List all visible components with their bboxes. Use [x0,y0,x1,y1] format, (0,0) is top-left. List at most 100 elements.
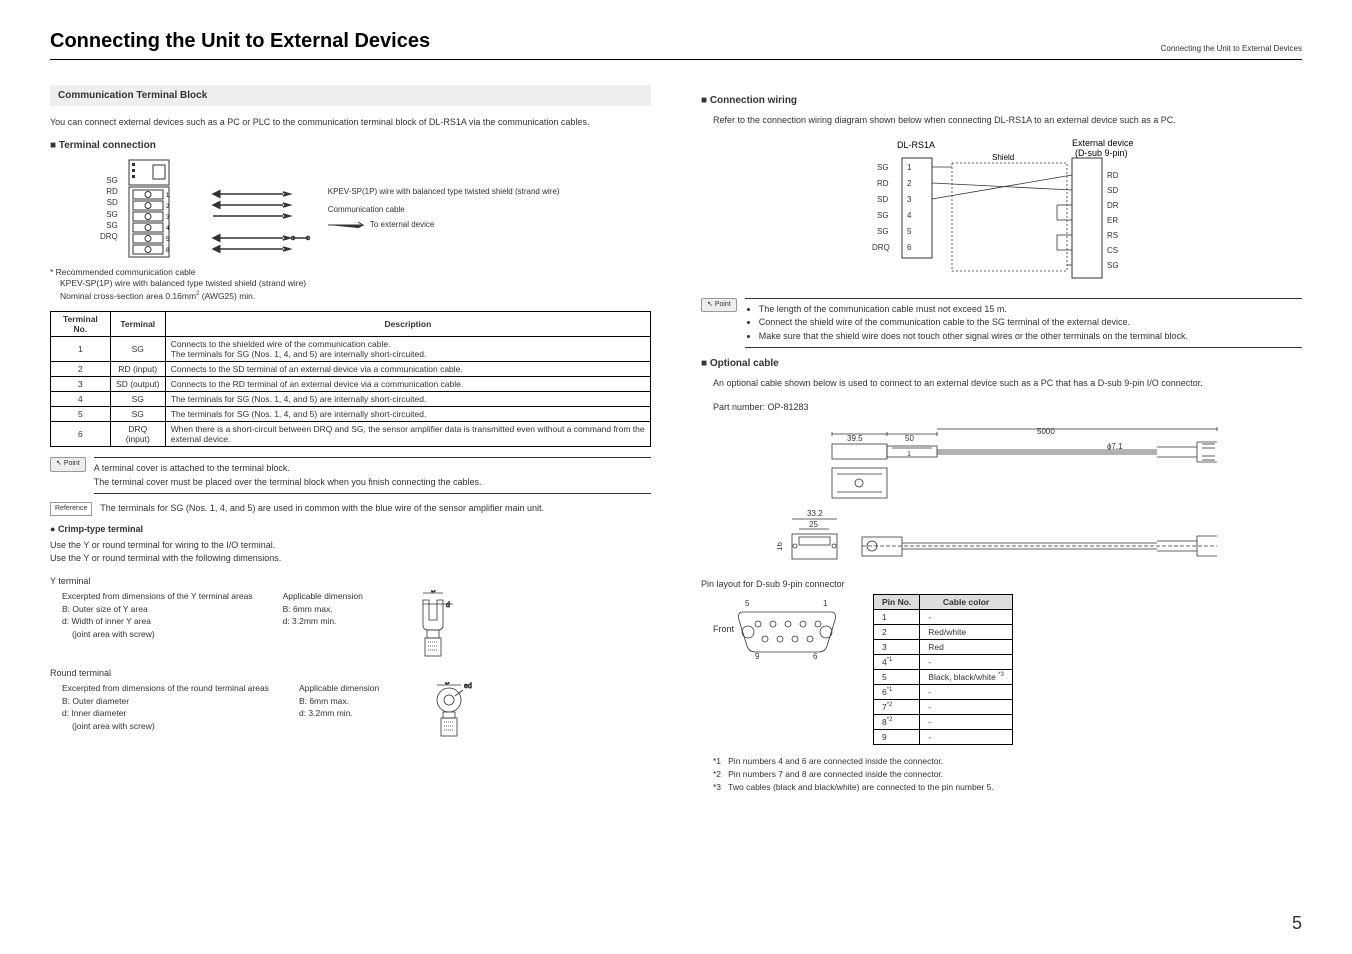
wire-arrows-icon [208,159,318,259]
wire-note: KPEV-SP(1P) wire with balanced type twis… [328,187,560,197]
svg-text:B: B [445,682,450,686]
svg-text:DR: DR [1107,201,1119,210]
y-b-label: B: Outer size of Y area [62,603,253,616]
th-cable-color: Cable color [920,595,1013,610]
svg-text:5: 5 [745,599,750,608]
point-bullet: Make sure that the shield wire does not … [759,330,1302,344]
svg-text:4: 4 [907,211,912,220]
section-heading: Communication Terminal Block [50,85,651,106]
page-title: Connecting the Unit to External Devices [50,30,430,53]
wiring-diagram: DL-RS1A External device (D-sub 9-pin) Sh… [842,138,1162,288]
svg-text:6: 6 [813,652,818,661]
header-right-text: Connecting the Unit to External Devices [1161,44,1302,53]
svg-text:DRQ: DRQ [872,243,890,252]
svg-text:RD: RD [877,179,889,188]
svg-text:39.5: 39.5 [847,434,863,443]
rec-cable-title: Recommended communication cable [56,267,196,277]
y-terminal-heading: Y terminal [50,576,651,586]
fn-text: Pin numbers 7 and 8 are connected inside… [728,769,943,779]
svg-text:RS: RS [1107,231,1118,240]
round-terminal-heading: Round terminal [50,668,651,678]
svg-text:SG: SG [1107,261,1119,270]
comm-cable-label: Communication cable [328,205,560,215]
td: SG [110,337,165,362]
td: SG [110,392,165,407]
fn-mark: *3 [713,782,721,792]
point-bullet: The length of the communication cable mu… [759,303,1302,317]
fn-mark: *1 [713,756,721,766]
round-b-dim: B: 6mm max. [299,695,379,708]
td: Connects to the SD terminal of an extern… [165,362,650,377]
td: Connects to the shielded wire of the com… [165,337,650,362]
td: 4*1 [874,655,920,670]
dsub-connector-icon: 5 1 9 6 Front [713,594,843,674]
svg-text:CS: CS [1107,246,1118,255]
rec-cable-line1: KPEV-SP(1P) wire with balanced type twis… [60,278,306,290]
point-text: A terminal cover is attached to the term… [94,462,651,476]
y-d-dim: d: 3.2mm min. [283,615,363,628]
td: 2 [874,625,920,640]
point-bullet: Connect the shield wire of the communica… [759,316,1302,330]
td: - [920,730,1013,745]
svg-text:1: 1 [907,163,912,172]
point-text: The terminal cover must be placed over t… [94,476,651,490]
round-joint: (joint area with screw) [72,720,269,733]
td: - [920,685,1013,700]
pin-label: RD [100,186,118,197]
td: Black, black/white *3 [920,670,1013,685]
pin-label: SG [100,220,118,231]
td: 5 [874,670,920,685]
svg-text:1: 1 [823,599,828,608]
optional-text: An optional cable shown below is used to… [713,377,1302,391]
svg-text:External device: External device [1072,138,1134,148]
svg-text:SG: SG [877,211,889,220]
svg-text:d: d [446,602,450,609]
svg-text:Front: Front [713,624,735,634]
td: 3 [51,377,111,392]
round-terminal-icon: B ed [429,682,479,742]
terminal-connection-heading: Terminal connection [50,140,651,151]
point-badge: Point [701,298,737,313]
td: 6 [51,422,111,447]
connection-wiring-heading: Connection wiring [701,95,1302,106]
th-terminal: Terminal [110,312,165,337]
optional-cable-heading: Optional cable [701,358,1302,369]
round-applicable: Applicable dimension [299,682,379,695]
td: 5 [51,407,111,422]
td: Red/white [920,625,1013,640]
svg-text:DL-RS1A: DL-RS1A [897,140,935,150]
svg-text:1: 1 [907,451,911,458]
crimp-text: Use the Y or round terminal for wiring t… [50,539,651,553]
round-excerpt: Excerpted from dimensions of the round t… [62,682,269,695]
right-column: Connection wiring Refer to the connectio… [701,85,1302,793]
td: 3 [874,640,920,655]
svg-text:B: B [431,590,436,594]
svg-text:5: 5 [907,227,912,236]
th-description: Description [165,312,650,337]
pin-label: SD [100,197,118,208]
td: - [920,655,1013,670]
fn-text: Pin numbers 4 and 6 are connected inside… [728,756,943,766]
td: - [920,700,1013,715]
svg-text:3: 3 [907,195,912,204]
td: - [920,715,1013,730]
crimp-text: Use the Y or round terminal with the fol… [50,552,651,566]
svg-text:2: 2 [907,179,912,188]
td: DRQ (input) [110,422,165,447]
fn-mark: *2 [713,769,721,779]
td: RD (input) [110,362,165,377]
terminal-diagram: SG RD SD SG SG DRQ [100,159,651,259]
conn-wiring-text: Refer to the connection wiring diagram s… [713,114,1302,128]
td: 4 [51,392,111,407]
round-d-label: d: Inner diameter [62,707,269,720]
left-column: Communication Terminal Block You can con… [50,85,651,793]
td: 9 [874,730,920,745]
svg-text:SG: SG [877,227,889,236]
pin-label: DRQ [100,231,118,242]
y-terminal-icon: B d [413,590,463,660]
rec-cable-line2: Nominal cross-section area 0.16mm [60,291,196,301]
td: When there is a short-circuit between DR… [165,422,650,447]
crimp-heading: Crimp-type terminal [50,524,651,534]
td: 8*2 [874,715,920,730]
y-joint: (joint area with screw) [72,628,253,641]
